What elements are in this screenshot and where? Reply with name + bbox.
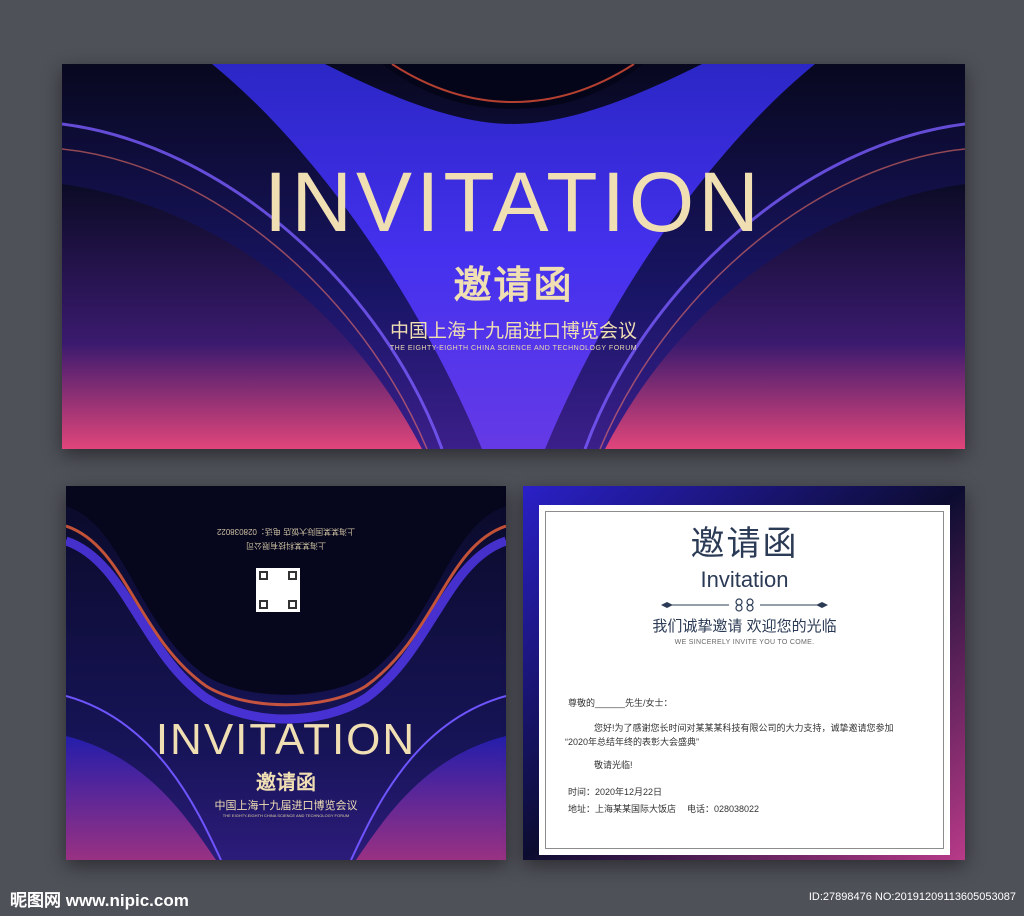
cover-subtitle: 中国上海十九届进口博览会议 bbox=[389, 321, 637, 342]
letter-cn-title: 邀请函 bbox=[690, 524, 799, 564]
back-title: INVITATION bbox=[155, 715, 417, 764]
flipped-contact-line: 上海某某国际大饭店 电话：028038022 bbox=[216, 527, 356, 536]
invitation-inside-card: 邀请函 Invitation 我们诚挚邀请 欢迎您的光临 WE SINCEREL… bbox=[523, 486, 965, 860]
letter-salutation: 尊敬的______先生/女士： bbox=[568, 698, 673, 708]
cover-en-subtitle: THE EIGHTY-EIGHTH CHINA SCIENCE AND TECH… bbox=[389, 345, 638, 352]
letter-time: 时间：2020年12月22日 bbox=[568, 787, 663, 797]
back-en-subtitle: THE EIGHTY-EIGHTH CHINA SCIENCE AND TECH… bbox=[222, 813, 350, 818]
letter-slogan-en: WE SINCERELY INVITE YOU TO COME. bbox=[674, 639, 815, 646]
cover-cn-title: 邀请函 bbox=[453, 262, 574, 307]
image-id-label: ID:27898476 NO:20191209113605053087 bbox=[808, 891, 1016, 903]
letter-body-line: “2020年总结年终的表彰大会盛典” bbox=[565, 737, 700, 747]
letter-slogan: 我们诚挚邀请 欢迎您的光临 bbox=[652, 618, 837, 635]
invitation-letter: 邀请函 Invitation 我们诚挚邀请 欢迎您的光临 WE SINCEREL… bbox=[539, 505, 950, 855]
qr-code-placeholder bbox=[256, 568, 300, 612]
letter-address: 地址：上海某某国际大饭店 bbox=[568, 804, 677, 814]
ornament-divider-icon bbox=[661, 598, 828, 612]
invitation-back-card: 上海某某国际大饭店 电话：028038022 上海某某科技有限公司 INVITA… bbox=[66, 486, 506, 860]
back-cn-title: 邀请函 bbox=[256, 770, 316, 794]
letter-phone: 电话：028038022 bbox=[687, 804, 760, 814]
letter-en-title: Invitation bbox=[700, 567, 789, 592]
cover-title: INVITATION bbox=[264, 155, 763, 249]
letter-closing: 敬请光临! bbox=[594, 760, 633, 770]
flipped-company-line: 上海某某科技有限公司 bbox=[246, 541, 326, 550]
invitation-cover-card: INVITATION 邀请函 中国上海十九届进口博览会议 THE EIGHTY-… bbox=[62, 64, 965, 449]
watermark-logo: 昵图网 www.nipic.com bbox=[10, 891, 189, 910]
back-subtitle: 中国上海十九届进口博览会议 bbox=[214, 800, 358, 812]
letter-body-line: 您好!为了感谢您长时间对某某某科技有限公司的大力支持，诚挚邀请您参加 bbox=[594, 723, 894, 733]
